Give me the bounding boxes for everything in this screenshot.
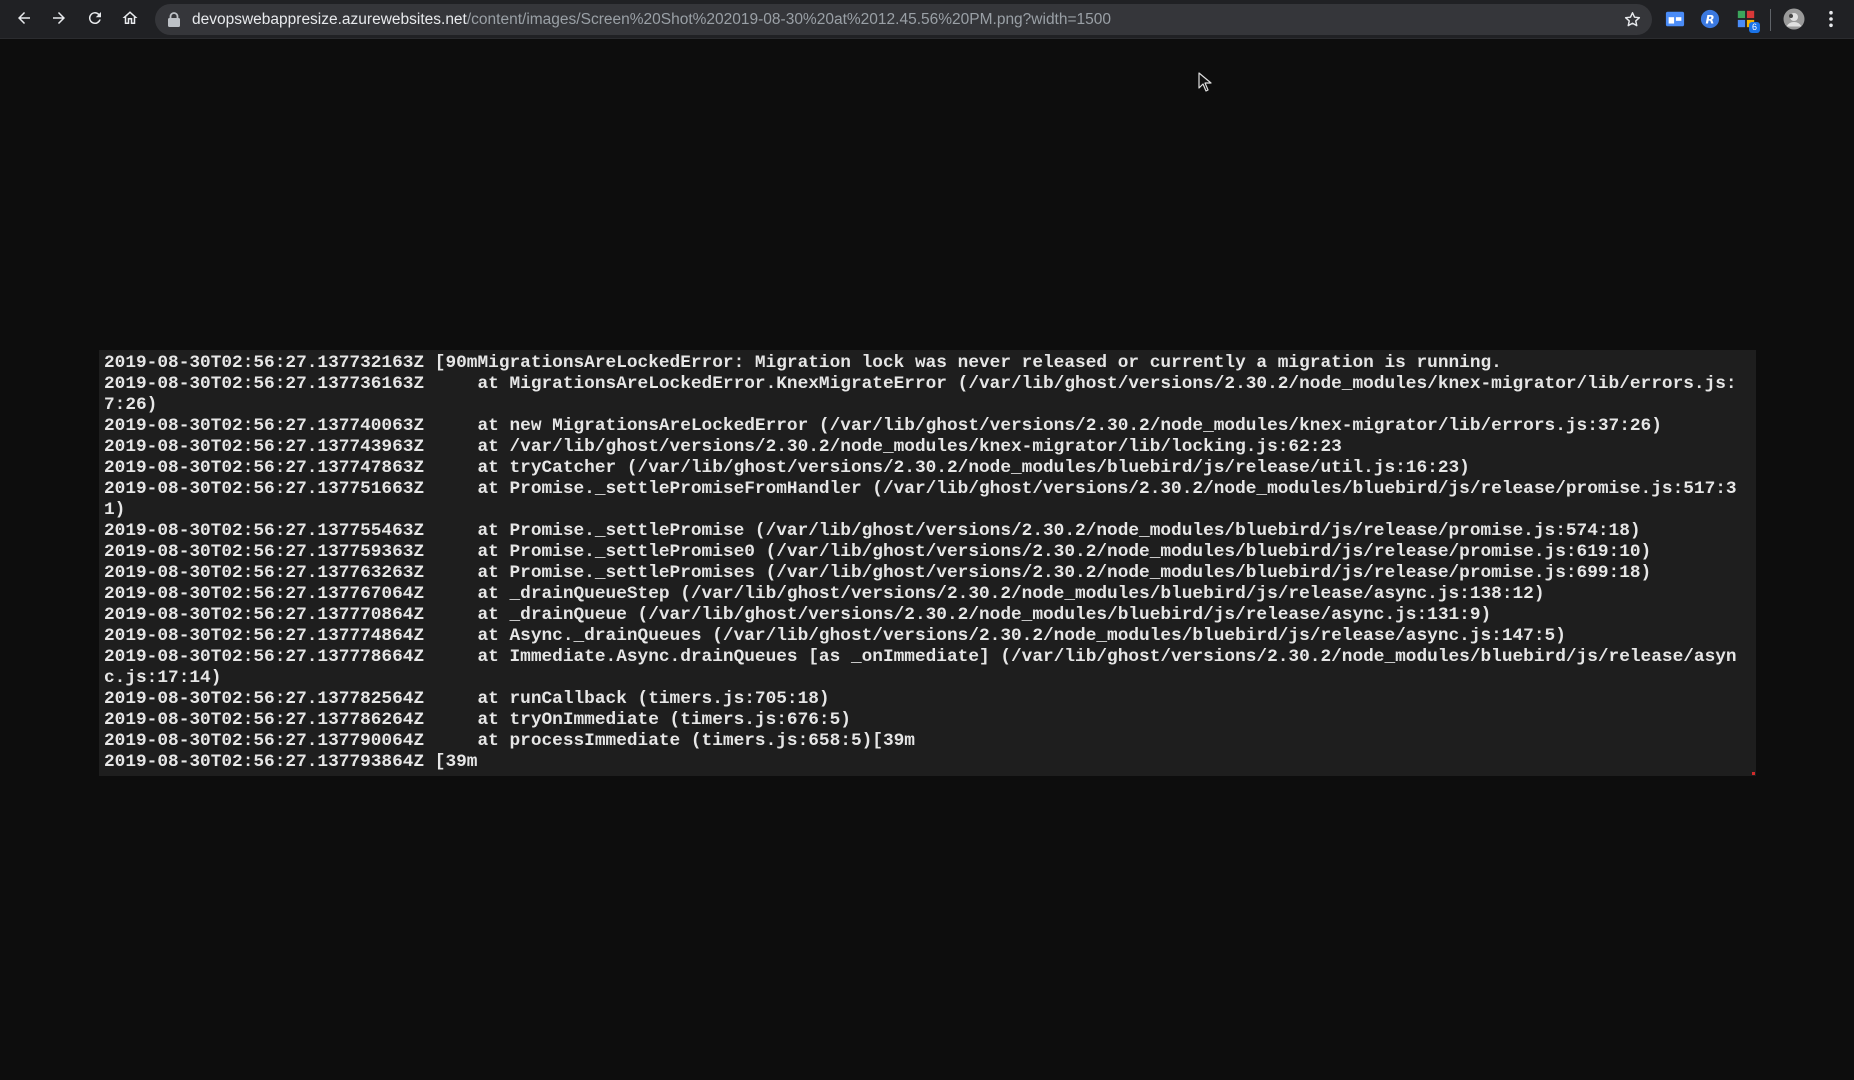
log-line: 2019-08-30T02:56:27.137782564Z at runCal… [104, 689, 1751, 710]
log-timestamp: 2019-08-30T02:56:27.137736163Z [104, 374, 425, 394]
extension-badge-count: 6 [1748, 22, 1760, 33]
log-timestamp: 2019-08-30T02:56:27.137763263Z [104, 563, 425, 583]
log-timestamp: 2019-08-30T02:56:27.137770864Z [104, 605, 425, 625]
lock-icon [167, 12, 181, 27]
log-line: 2019-08-30T02:56:27.137786264Z at tryOnI… [104, 710, 1751, 731]
log-timestamp: 2019-08-30T02:56:27.137759363Z [104, 542, 425, 562]
log-line: 2019-08-30T02:56:27.137751663Z at Promis… [104, 479, 1751, 521]
reload-button[interactable] [82, 7, 108, 33]
log-message: at Promise._settlePromise (/var/lib/ghos… [424, 521, 1641, 541]
log-message: at runCallback (timers.js:705:18) [424, 689, 830, 709]
url-path: /content/images/Screen%20Shot%202019-08-… [466, 11, 1112, 28]
log-message: at tryOnImmediate (timers.js:676:5) [424, 710, 851, 730]
log-timestamp: 2019-08-30T02:56:27.137786264Z [104, 710, 425, 730]
log-line: 2019-08-30T02:56:27.137790064Z at proces… [104, 731, 1751, 752]
log-message: at tryCatcher (/var/lib/ghost/versions/2… [424, 458, 1470, 478]
kebab-menu-icon[interactable] [1820, 8, 1842, 30]
home-button[interactable] [117, 7, 143, 33]
log-timestamp: 2019-08-30T02:56:27.137751663Z [104, 479, 425, 499]
back-arrow-icon [15, 9, 33, 32]
log-line: 2019-08-30T02:56:27.137770864Z at _drain… [104, 605, 1751, 626]
profile-avatar[interactable] [1783, 8, 1805, 30]
log-line: 2019-08-30T02:56:27.137767064Z at _drain… [104, 584, 1751, 605]
log-timestamp: 2019-08-30T02:56:27.137793864Z [104, 752, 425, 772]
back-button[interactable] [11, 7, 37, 33]
mouse-pointer-icon [1198, 72, 1212, 92]
log-message: at Promise._settlePromise0 (/var/lib/gho… [424, 542, 1652, 562]
log-line: 2019-08-30T02:56:27.137747863Z at tryCat… [104, 458, 1751, 479]
log-timestamp: 2019-08-30T02:56:27.137790064Z [104, 731, 425, 751]
extension-screenshot-icon[interactable] [1664, 8, 1686, 30]
forward-arrow-icon [50, 9, 68, 32]
log-line: 2019-08-30T02:56:27.137732163Z [90mMigra… [104, 353, 1751, 374]
log-message: at Promise._settlePromises (/var/lib/gho… [424, 563, 1652, 583]
log-timestamp: 2019-08-30T02:56:27.137740063Z [104, 416, 425, 436]
browser-toolbar: devopswebappresize.azurewebsites.net/con… [0, 0, 1854, 39]
log-line: 2019-08-30T02:56:27.137736163Z at Migrat… [104, 374, 1751, 416]
star-icon[interactable] [1623, 10, 1642, 29]
log-line: 2019-08-30T02:56:27.137740063Z at new Mi… [104, 416, 1751, 437]
log-line: 2019-08-30T02:56:27.137755463Z at Promis… [104, 521, 1751, 542]
extension-badge-icon[interactable]: 6 [1735, 8, 1760, 33]
log-timestamp: 2019-08-30T02:56:27.137743963Z [104, 437, 425, 457]
url-text[interactable]: devopswebappresize.azurewebsites.net/con… [192, 4, 1111, 35]
log-line: 2019-08-30T02:56:27.137793864Z [39m [104, 752, 1751, 773]
log-message: at Async._drainQueues (/var/lib/ghost/ve… [424, 626, 1566, 646]
log-line: 2019-08-30T02:56:27.137763263Z at Promis… [104, 563, 1751, 584]
corner-marker [1752, 772, 1755, 775]
log-line: 2019-08-30T02:56:27.137743963Z at /var/l… [104, 437, 1751, 458]
log-line: 2019-08-30T02:56:27.137778664Z at Immedi… [104, 647, 1751, 689]
log-timestamp: 2019-08-30T02:56:27.137778664Z [104, 647, 425, 667]
reload-icon [86, 9, 104, 32]
log-timestamp: 2019-08-30T02:56:27.137774864Z [104, 626, 425, 646]
address-bar[interactable]: devopswebappresize.azurewebsites.net/con… [155, 4, 1652, 35]
log-line: 2019-08-30T02:56:27.137759363Z at Promis… [104, 542, 1751, 563]
svg-text:R: R [1705, 13, 1714, 27]
log-message: [90mMigrationsAreLockedError: Migration … [424, 353, 1502, 373]
log-timestamp: 2019-08-30T02:56:27.137732163Z [104, 353, 425, 373]
log-message: at processImmediate (timers.js:658:5)[39… [424, 731, 915, 751]
forward-button[interactable] [46, 7, 72, 33]
log-line: 2019-08-30T02:56:27.137774864Z at Async.… [104, 626, 1751, 647]
home-icon [121, 9, 139, 32]
terminal-log-image: 2019-08-30T02:56:27.137732163Z [90mMigra… [99, 350, 1756, 776]
extension-r-icon[interactable]: R [1699, 8, 1721, 30]
log-timestamp: 2019-08-30T02:56:27.137747863Z [104, 458, 425, 478]
log-message: at _drainQueueStep (/var/lib/ghost/versi… [424, 584, 1545, 604]
log-message: [39m [424, 752, 478, 772]
toolbar-divider [1770, 9, 1771, 31]
log-timestamp: 2019-08-30T02:56:27.137755463Z [104, 521, 425, 541]
log-message: at new MigrationsAreLockedError (/var/li… [424, 416, 1662, 436]
log-timestamp: 2019-08-30T02:56:27.137782564Z [104, 689, 425, 709]
url-host: devopswebappresize.azurewebsites.net [192, 11, 467, 28]
log-message: at _drainQueue (/var/lib/ghost/versions/… [424, 605, 1492, 625]
log-timestamp: 2019-08-30T02:56:27.137767064Z [104, 584, 425, 604]
log-message: at /var/lib/ghost/versions/2.30.2/node_m… [424, 437, 1342, 457]
